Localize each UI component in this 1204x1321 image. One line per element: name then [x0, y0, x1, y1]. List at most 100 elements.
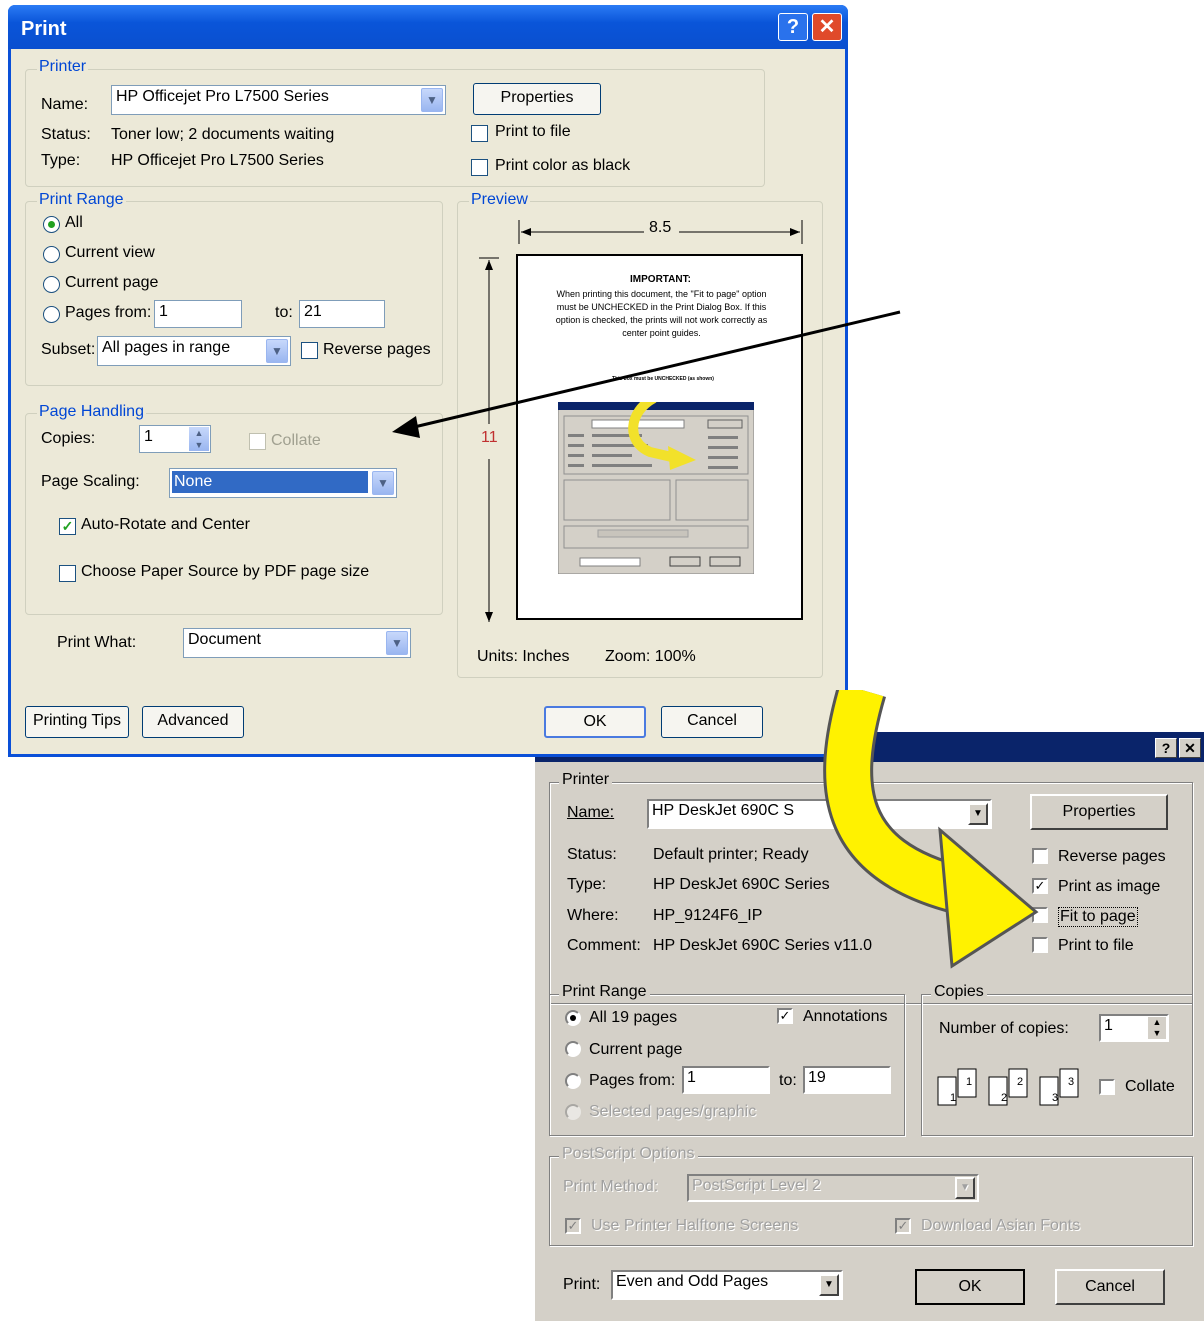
copies-spinner[interactable]: 1 ▲ ▼: [1099, 1014, 1169, 1042]
current-view-label: Current view: [65, 244, 155, 261]
pages-to-input[interactable]: 21: [299, 300, 385, 328]
annotations-checkbox[interactable]: ✓: [777, 1008, 793, 1024]
properties-button[interactable]: Properties: [473, 83, 601, 115]
printer-name-select[interactable]: HP Officejet Pro L7500 Series ▼: [111, 85, 446, 115]
svg-text:2: 2: [1017, 1076, 1023, 1088]
yellow-arrow: [780, 683, 1080, 980]
pages-radio[interactable]: [565, 1073, 581, 1089]
units-label: Units: Inches: [477, 648, 570, 665]
printer-group-label: Printer: [559, 771, 613, 789]
pages-from-input[interactable]: 1: [154, 300, 242, 328]
chevron-down-icon[interactable]: ▼: [372, 471, 394, 495]
subset-label: Subset:: [41, 341, 96, 358]
ok-button[interactable]: OK: [915, 1269, 1025, 1305]
spinner-arrows-icon[interactable]: ▲ ▼: [1148, 1017, 1166, 1039]
chevron-down-icon[interactable]: ▼: [955, 1177, 975, 1199]
choose-paper-label: Choose Paper Source by PDF page size: [81, 563, 370, 580]
all-pages-radio[interactable]: [565, 1010, 581, 1026]
collate-pages-icon: 1 1 2 2 3 3: [937, 1065, 1087, 1109]
print-to-file-checkbox[interactable]: [471, 125, 488, 142]
all-pages-label: All 19 pages: [589, 1009, 678, 1026]
print-what-value: Document: [188, 631, 261, 648]
help-button[interactable]: ?: [778, 13, 808, 41]
selected-pages-radio[interactable]: [565, 1104, 581, 1120]
postscript-group-label: PostScript Options: [559, 1145, 698, 1163]
svg-text:2: 2: [1001, 1092, 1007, 1104]
halftone-label: Use Printer Halftone Screens: [591, 1217, 799, 1234]
print-what-select[interactable]: Document ▼: [183, 628, 411, 658]
chevron-down-icon[interactable]: ▼: [819, 1274, 839, 1296]
halftone-checkbox[interactable]: ✓: [565, 1218, 581, 1234]
pages-from-input[interactable]: 1: [682, 1066, 770, 1094]
current-page-label: Current page: [589, 1041, 683, 1058]
svg-text:1: 1: [966, 1076, 972, 1088]
name-label: Name:: [41, 96, 89, 113]
copies-value: 1: [1104, 1017, 1113, 1034]
print-what-label: Print What:: [57, 634, 137, 651]
printer-name-value: HP Officejet Pro L7500 Series: [116, 88, 329, 105]
pages-to-label: to:: [275, 304, 293, 321]
choose-paper-checkbox[interactable]: [59, 565, 76, 582]
ok-button[interactable]: OK: [544, 706, 646, 738]
collate-checkbox[interactable]: [1099, 1079, 1115, 1095]
type-label: Type:: [567, 876, 607, 893]
svg-text:3: 3: [1052, 1092, 1058, 1104]
help-button[interactable]: ?: [1155, 738, 1177, 758]
asian-fonts-checkbox[interactable]: ✓: [895, 1218, 911, 1234]
all-label: All: [65, 214, 83, 231]
close-button[interactable]: ✕: [812, 13, 842, 41]
print-label: Print:: [563, 1276, 601, 1293]
print-method-label: Print Method:: [563, 1178, 659, 1195]
pages-from-label: Pages from:: [65, 304, 152, 321]
page-scaling-select[interactable]: None ▼: [169, 468, 397, 498]
cancel-button[interactable]: Cancel: [661, 706, 763, 738]
print-pages-select[interactable]: Even and Odd Pages ▼: [611, 1270, 843, 1300]
status-label: Status:: [567, 846, 617, 863]
print-pages-value: Even and Odd Pages: [616, 1273, 769, 1290]
status-value: Toner low; 2 documents waiting: [111, 126, 335, 143]
svg-text:3: 3: [1068, 1076, 1074, 1088]
annotations-label: Annotations: [803, 1008, 888, 1025]
printer-name-value: HP DeskJet 690C S: [652, 802, 794, 819]
print-method-select[interactable]: PostScript Level 2 ▼: [687, 1174, 979, 1202]
pages-to-input[interactable]: 19: [803, 1066, 891, 1094]
copies-group-label: Copies: [931, 983, 987, 1001]
auto-rotate-checkbox[interactable]: ✓: [59, 518, 76, 535]
current-page-radio[interactable]: [43, 276, 60, 293]
current-page-radio[interactable]: [565, 1041, 581, 1057]
page-handling-group-label: Page Handling: [37, 403, 146, 421]
print-to-file-label: Print to file: [495, 123, 571, 140]
print-color-black-label: Print color as black: [495, 157, 631, 174]
close-button[interactable]: ✕: [1179, 738, 1201, 758]
print-color-black-checkbox[interactable]: [471, 159, 488, 176]
name-label: Name:: [567, 804, 615, 821]
copies-spinner[interactable]: 1 ▲ ▼: [139, 425, 211, 453]
subset-value: All pages in range: [102, 339, 231, 356]
pages-from-label: Pages from:: [589, 1072, 676, 1089]
selected-pages-label: Selected pages/graphic: [589, 1103, 757, 1120]
chevron-down-icon[interactable]: ▼: [386, 631, 408, 655]
spinner-arrows-icon[interactable]: ▲ ▼: [189, 427, 209, 451]
chevron-down-icon[interactable]: ▼: [421, 88, 443, 112]
print-range-group-label: Print Range: [37, 191, 126, 209]
collate-checkbox[interactable]: [249, 433, 266, 450]
copies-value: 1: [144, 428, 153, 445]
auto-rotate-label: Auto-Rotate and Center: [81, 516, 250, 533]
svg-text:1: 1: [950, 1092, 956, 1104]
printing-tips-button[interactable]: Printing Tips: [25, 706, 129, 738]
pages-radio[interactable]: [43, 306, 60, 323]
printer-group-label: Printer: [37, 58, 89, 76]
advanced-button[interactable]: Advanced: [142, 706, 244, 738]
cancel-button[interactable]: Cancel: [1055, 1269, 1165, 1305]
preview-group-label: Preview: [469, 191, 530, 209]
current-view-radio[interactable]: [43, 246, 60, 263]
all-radio[interactable]: [43, 216, 60, 233]
type-value: HP Officejet Pro L7500 Series: [111, 152, 324, 169]
subset-select[interactable]: All pages in range ▼: [97, 336, 291, 366]
print-method-value: PostScript Level 2: [692, 1177, 821, 1194]
reverse-pages-checkbox[interactable]: [301, 342, 318, 359]
page-scaling-label: Page Scaling:: [41, 473, 140, 490]
collate-label: Collate: [271, 432, 321, 449]
asian-fonts-label: Download Asian Fonts: [921, 1217, 1081, 1234]
chevron-down-icon[interactable]: ▼: [266, 339, 288, 363]
